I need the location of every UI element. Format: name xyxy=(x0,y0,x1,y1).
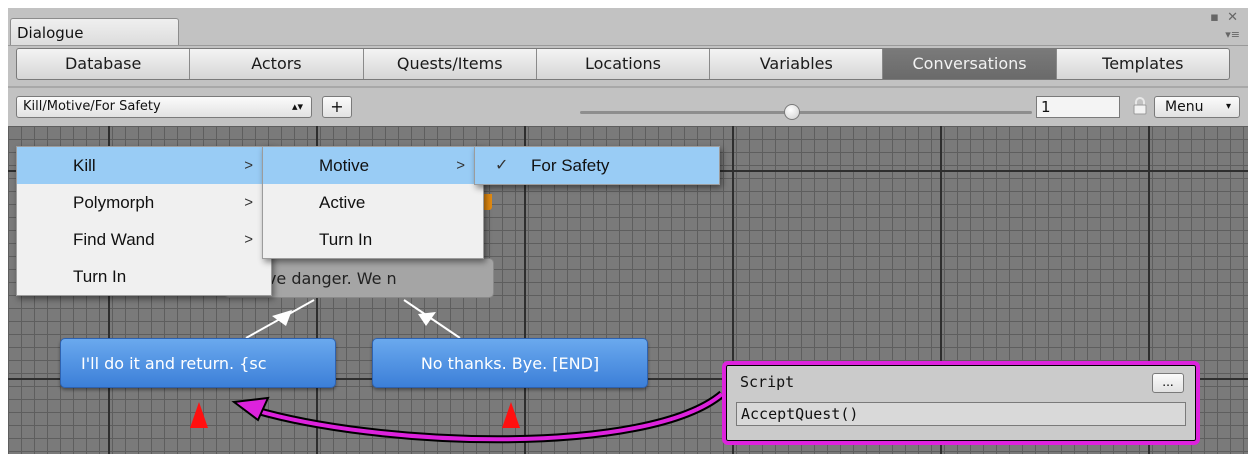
chevron-down-icon: ▾ xyxy=(1225,101,1231,112)
tab-locations[interactable]: Locations xyxy=(537,49,711,79)
tab-menu-icon[interactable]: ▾≡ xyxy=(1225,28,1240,41)
menu-item-label: Turn In xyxy=(73,267,127,286)
menu-item-label: Active xyxy=(319,193,366,212)
script-label: Script xyxy=(740,373,795,391)
script-input[interactable]: AcceptQuest() xyxy=(736,402,1186,426)
menu-item-label: Motive xyxy=(319,156,370,175)
decline-response-node[interactable]: No thanks. Bye. [END] xyxy=(372,338,648,388)
zoom-slider-thumb[interactable] xyxy=(784,104,800,120)
tab-underline xyxy=(8,45,1248,46)
script-edit-button[interactable]: ... xyxy=(1152,373,1184,393)
menu-item-label: Find Wand xyxy=(73,230,155,249)
menu-item-kill-turn-in[interactable]: Turn In xyxy=(263,221,483,258)
tab-templates[interactable]: Templates xyxy=(1057,49,1229,79)
tab-conversations[interactable]: Conversations xyxy=(883,49,1057,79)
tab-actors[interactable]: Actors xyxy=(190,49,364,79)
menu-item-find-wand[interactable]: Find Wand > xyxy=(17,221,271,258)
submenu-arrow-icon: > xyxy=(244,231,253,248)
submenu-arrow-icon: > xyxy=(244,194,253,211)
accept-node-text: I'll do it and return. {sc xyxy=(81,353,267,373)
add-conversation-button[interactable]: + xyxy=(322,96,352,118)
menu-item-active[interactable]: Active xyxy=(263,184,483,221)
tab-variables[interactable]: Variables xyxy=(710,49,884,79)
dialogue-editor-window: Dialogue ▪ ✕ ▾≡ Database Actors Quests/I… xyxy=(8,8,1248,454)
window-title: Dialogue xyxy=(17,24,84,42)
updown-arrows-icon: ▴▾ xyxy=(291,100,303,113)
menu-item-label: For Safety xyxy=(531,156,610,175)
toolbar-divider xyxy=(8,86,1248,88)
link-npc-to-decline xyxy=(403,299,461,339)
checkmark-icon: ✓ xyxy=(495,157,509,174)
menu-dropdown[interactable]: Menu ▾ xyxy=(1154,96,1240,118)
decline-node-text: No thanks. Bye. [END] xyxy=(420,353,600,373)
motive-submenu: ✓ For Safety xyxy=(474,146,720,185)
menu-item-for-safety[interactable]: ✓ For Safety xyxy=(475,147,719,184)
tab-quests-items[interactable]: Quests/Items xyxy=(364,49,537,79)
submenu-arrow-icon: > xyxy=(244,157,253,174)
menu-item-motive[interactable]: Motive > xyxy=(263,147,483,184)
menu-item-label: Turn In xyxy=(319,230,373,249)
conversation-select-value: Kill/Motive/For Safety xyxy=(23,99,161,114)
callout-arrow-head xyxy=(231,396,270,422)
red-marker-decline xyxy=(502,402,520,428)
zoom-slider-track[interactable] xyxy=(580,111,1032,114)
kill-submenu: Motive > Active Turn In xyxy=(262,146,484,259)
section-toolbar: Database Actors Quests/Items Locations V… xyxy=(16,48,1230,80)
submenu-arrow-icon: > xyxy=(456,157,465,174)
menu-item-kill[interactable]: Kill > xyxy=(17,147,271,184)
menu-dropdown-label: Menu xyxy=(1165,99,1204,115)
zoom-input[interactable]: 1 xyxy=(1036,96,1120,118)
menu-item-turn-in[interactable]: Turn In xyxy=(17,258,271,295)
window-title-tab[interactable]: Dialogue xyxy=(10,18,179,46)
conversation-select[interactable]: Kill/Motive/For Safety ▴▾ xyxy=(16,96,312,118)
menu-item-label: Polymorph xyxy=(73,193,155,212)
menu-item-polymorph[interactable]: Polymorph > xyxy=(17,184,271,221)
red-marker-accept xyxy=(190,402,208,428)
menu-item-label: Kill xyxy=(73,156,96,175)
script-popup: Script ... AcceptQuest() xyxy=(722,361,1200,445)
lock-icon[interactable] xyxy=(1132,97,1148,115)
script-callout-arrow-inner xyxy=(247,392,724,442)
script-callout-arrow xyxy=(246,390,725,444)
tab-database[interactable]: Database xyxy=(17,49,191,79)
accept-response-node[interactable]: I'll do it and return. {sc xyxy=(60,338,336,388)
quest-menu: Kill > Polymorph > Find Wand > Turn In xyxy=(16,146,272,296)
arrow-head-accept xyxy=(272,310,292,326)
window-controls-icon[interactable]: ▪ ✕ xyxy=(1210,10,1240,25)
